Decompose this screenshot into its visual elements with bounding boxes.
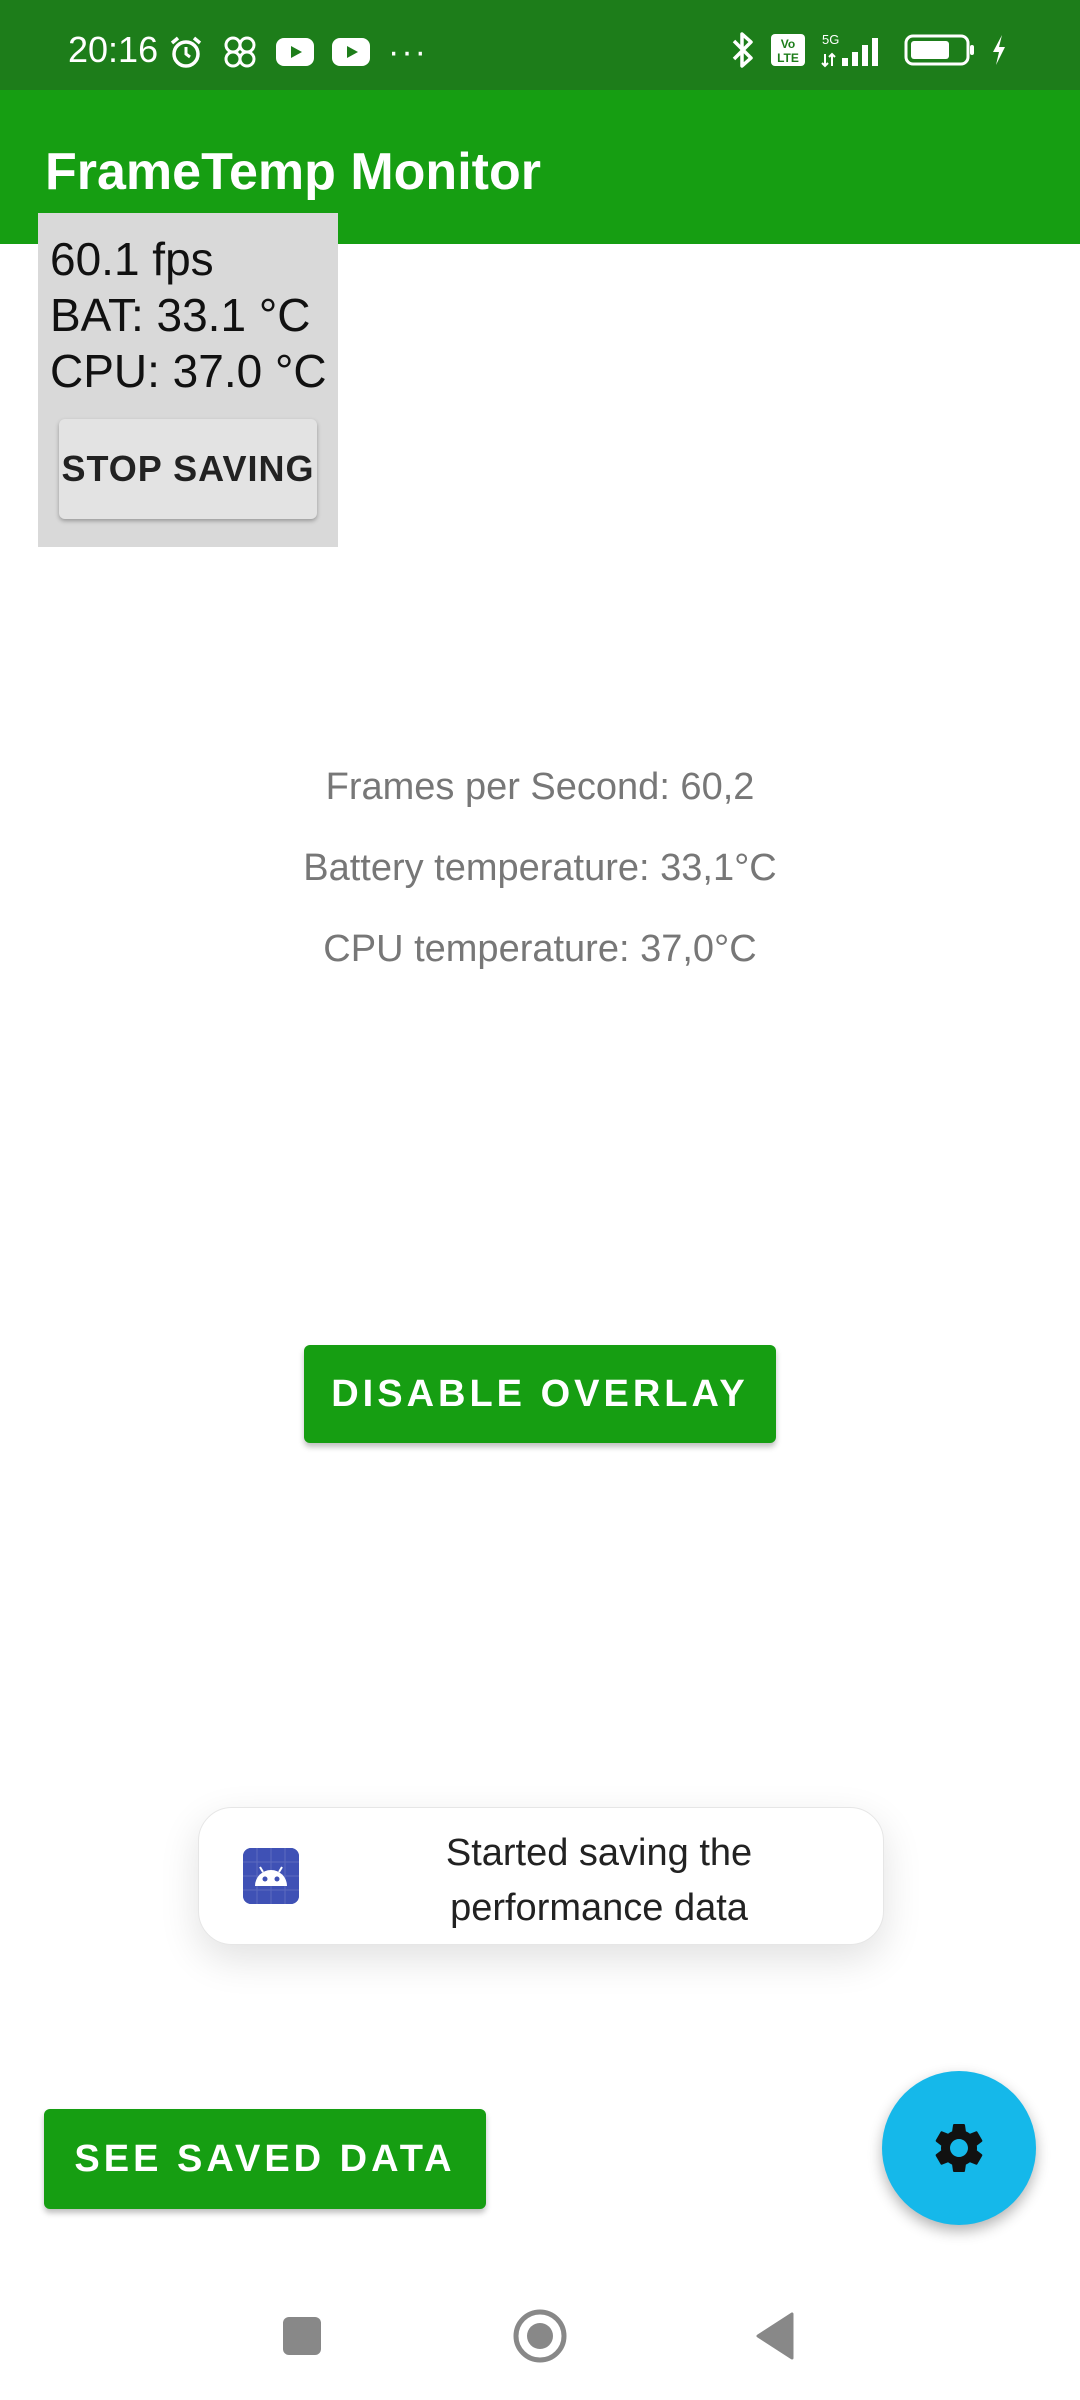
toast-line-1: Started saving the [445, 1832, 753, 1874]
status-time: 20:16 [68, 29, 159, 70]
toast-message: Started saving the performance data [349, 1826, 849, 1936]
stop-saving-button[interactable]: STOP SAVING [59, 419, 317, 519]
overlay-fps: 60.1 fps [50, 233, 214, 285]
overlay-cpu-temp: CPU: 37.0 °C [50, 345, 327, 397]
pinwheel-icon [224, 36, 256, 68]
toast: Started saving the performance data [198, 1807, 884, 1945]
volte-icon: Vo LTE [771, 34, 805, 66]
more-notifications-icon: ··· [388, 33, 428, 71]
settings-fab[interactable] [882, 2071, 1036, 2225]
performance-overlay[interactable]: 60.1 fps BAT: 33.1 °C CPU: 37.0 °C STOP … [38, 213, 338, 547]
bluetooth-icon [732, 32, 753, 68]
home-circle-icon[interactable] [512, 2308, 568, 2364]
toast-line-2: performance data [450, 1887, 748, 1929]
youtube-icon [276, 38, 314, 66]
svg-text:LTE: LTE [777, 51, 799, 65]
see-saved-data-button[interactable]: SEE SAVED DATA [44, 2109, 486, 2209]
overlay-battery-temp: BAT: 33.1 °C [50, 289, 311, 341]
status-icons-left: ··· [168, 34, 428, 70]
cpu-temp-stat: CPU temperature: 37,0°C [323, 928, 757, 970]
battery-icon [904, 34, 974, 66]
app-title: FrameTemp Monitor [45, 143, 541, 201]
signal-5g-icon: 5G [821, 32, 878, 68]
android-icon [243, 1848, 299, 1904]
gear-icon [935, 2124, 983, 2172]
svg-text:Vo: Vo [781, 37, 795, 51]
fps-stat: Frames per Second: 60,2 [325, 766, 755, 808]
recents-square-icon[interactable] [283, 2317, 321, 2355]
disable-overlay-button[interactable]: DISABLE OVERLAY [304, 1345, 776, 1443]
navigation-bar [0, 2268, 1080, 2400]
youtube-icon-2 [332, 38, 370, 66]
battery-temp-stat: Battery temperature: 33,1°C [303, 847, 777, 889]
status-bar: 20:16 ··· Vo LTE 5G [0, 0, 1080, 90]
charging-icon [993, 35, 1005, 65]
status-icons-right: Vo LTE 5G [730, 30, 1008, 70]
svg-text:5G: 5G [822, 32, 839, 47]
back-triangle-icon[interactable] [754, 2310, 796, 2362]
alarm-icon [170, 36, 202, 68]
